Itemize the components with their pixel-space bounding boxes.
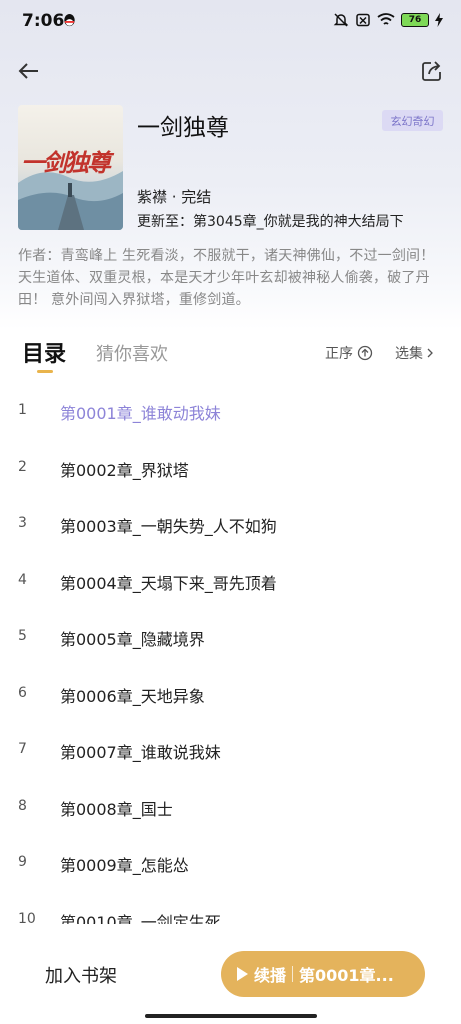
back-arrow-icon[interactable] (14, 56, 44, 86)
chapter-number: 4 (18, 571, 27, 588)
status-bar: 7:06 76 (0, 0, 461, 44)
book-cover[interactable]: 一剑独尊 (18, 105, 123, 230)
tab-indicator (37, 370, 53, 373)
tab-bar: 目录 猜你喜欢 正序 选集 (0, 336, 461, 380)
tab-catalog[interactable]: 目录 (22, 336, 66, 368)
chapter-list[interactable]: 1 第0001章_谁敢动我妹 2 第0002章_界狱塔 3 第0003章_一朝失… (0, 384, 461, 924)
update-info: 更新至：第3045章_你就是我的神大结局下 (137, 214, 404, 230)
chapter-number: 6 (18, 684, 27, 701)
chapter-title: 第0003章_一朝失势_人不如狗 (60, 517, 277, 536)
play-icon (237, 967, 248, 981)
chapter-title: 第0001章_谁敢动我妹 (60, 404, 221, 423)
sort-button[interactable]: 正序 (325, 343, 373, 363)
chapter-title: 第0004章_天塌下来_哥先顶着 (60, 573, 277, 593)
tab-guess-you-like[interactable]: 猜你喜欢 (96, 340, 168, 366)
cover-title: 一剑独尊 (21, 148, 111, 177)
status-time: 7:06 (22, 11, 65, 31)
book-title: 一剑独尊 (137, 115, 229, 141)
charging-icon (435, 13, 443, 27)
chapter-row[interactable]: 5 第0005章_隐藏境界 (0, 610, 461, 667)
author-status[interactable]: 紫襟 · 完结 (137, 186, 211, 207)
continue-play-button[interactable]: 续播 第0001章... (221, 951, 425, 997)
chapter-title: 第0008章_国士 (60, 799, 173, 819)
chapter-row[interactable]: 4 第0004章_天塌下来_哥先顶着 (0, 554, 461, 611)
chapter-title: 第0002章_界狱塔 (60, 460, 189, 480)
chapter-row[interactable]: 2 第0002章_界狱塔 (0, 441, 461, 498)
chapter-title: 第0009章_怎能怂 (60, 856, 189, 875)
chapter-number: 9 (18, 854, 27, 870)
continue-label: 续播 (254, 966, 287, 985)
chevron-right-icon (427, 348, 433, 358)
chapter-row[interactable]: 3 第0003章_一朝失势_人不如狗 (0, 497, 461, 554)
gesture-bar (0, 1010, 461, 1024)
share-icon[interactable] (417, 56, 447, 86)
chapter-row[interactable]: 7 第0007章_谁敢说我妹 (0, 723, 461, 780)
status-icons: 76 (333, 12, 443, 28)
chapter-row[interactable]: 6 第0006章_天地异象 (0, 667, 461, 724)
add-to-shelf-button[interactable]: 加入书架 (45, 962, 117, 988)
bottom-action-bar: 加入书架 续播 第0001章... (0, 940, 461, 1010)
chapter-row[interactable]: 1 第0001章_谁敢动我妹 (0, 384, 461, 441)
select-episodes-button[interactable]: 选集 (395, 343, 435, 363)
wifi-icon (377, 13, 395, 25)
sort-label: 正序 (325, 346, 353, 362)
chapter-title: 第0005章_隐藏境界 (60, 630, 205, 649)
sort-arrow-icon (357, 345, 373, 361)
chapter-row[interactable]: 8 第0008章_国士 (0, 780, 461, 837)
continue-chapter: 第0001章... (299, 966, 394, 985)
chapter-title: 第0006章_天地异象 (60, 686, 205, 706)
chapter-number: 1 (18, 402, 27, 418)
battery-level: 76 (408, 15, 422, 25)
qq-icon (64, 13, 75, 27)
sim-off-icon (356, 13, 370, 27)
chapter-row[interactable]: 10 第0010章_一剑定生死 (0, 893, 461, 925)
select-label: 选集 (395, 346, 423, 362)
chapter-number: 8 (18, 797, 27, 814)
chapter-number: 10 (18, 910, 36, 925)
home-indicator[interactable] (145, 1014, 317, 1018)
book-description[interactable]: 作者：青鸾峰上 生死看淡，不服就干，诸天神佛仙，不过一剑间！ 天生道体、双重灵根… (18, 245, 448, 311)
battery-icon: 76 (401, 13, 429, 27)
chapter-row[interactable]: 9 第0009章_怎能怂 (0, 836, 461, 893)
button-divider (292, 966, 294, 982)
chapter-title: 第0010章_一剑定生死 (60, 912, 221, 925)
genre-badge[interactable]: 玄幻奇幻 (382, 110, 443, 131)
nav-bar (0, 52, 461, 92)
chapter-number: 5 (18, 628, 27, 644)
chapter-title: 第0007章_谁敢说我妹 (60, 743, 221, 762)
chapter-number: 2 (18, 458, 27, 475)
chapter-number: 7 (18, 741, 27, 757)
mute-icon (333, 13, 349, 27)
chapter-number: 3 (18, 515, 27, 531)
